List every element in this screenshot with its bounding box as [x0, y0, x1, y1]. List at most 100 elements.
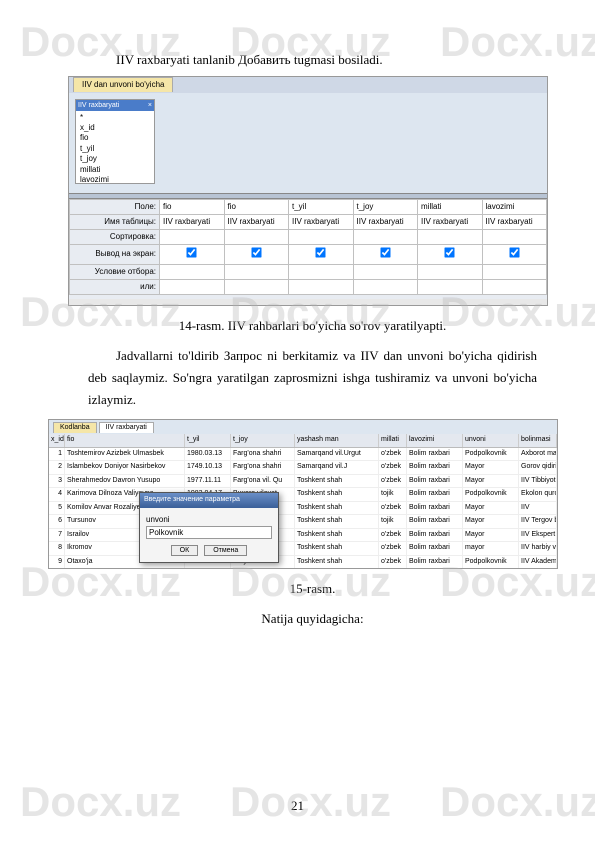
cell[interactable]: 6 — [49, 515, 65, 528]
cell[interactable]: mayor — [463, 542, 519, 555]
field-item[interactable]: lavozimi — [79, 175, 151, 184]
cell[interactable]: IIV harbiy va m — [519, 542, 557, 555]
cell[interactable]: Bolim raxbari — [407, 448, 463, 461]
cell[interactable]: 5 — [49, 502, 65, 515]
show-checkbox[interactable] — [380, 247, 390, 257]
cell[interactable]: tojik — [379, 488, 407, 501]
table-field-list[interactable]: IIV raxbaryati× * x_id fio t_yil t_joy m… — [75, 99, 155, 184]
col-header[interactable]: yashash man — [295, 434, 379, 447]
cell[interactable]: Gorov qidirish — [519, 461, 557, 474]
cell[interactable]: 9 — [49, 556, 65, 569]
grid-cell-sort[interactable] — [160, 229, 225, 244]
grid-cell-criteria[interactable] — [160, 264, 225, 279]
cell[interactable]: Mayor — [463, 515, 519, 528]
cell[interactable]: IIV Tergov bos — [519, 515, 557, 528]
tab-iiv[interactable]: IIV raxbaryati — [99, 422, 154, 434]
cell[interactable]: Farg'ona shahri — [231, 461, 295, 474]
grid-cell-field[interactable]: fio — [160, 199, 225, 214]
show-checkbox[interactable] — [187, 247, 197, 257]
cell[interactable]: 8 — [49, 542, 65, 555]
grid-cell-table[interactable]: IIV raxbaryati — [289, 214, 354, 229]
cell[interactable]: o'zbek — [379, 448, 407, 461]
cell[interactable]: Axborot marka — [519, 448, 557, 461]
cell[interactable]: Bolim raxbari — [407, 556, 463, 569]
grid-cell-field[interactable]: t_joy — [353, 199, 418, 214]
grid-cell-field[interactable]: millati — [418, 199, 483, 214]
col-header[interactable]: millati — [379, 434, 407, 447]
cell[interactable]: Mayor — [463, 529, 519, 542]
field-item[interactable]: x_id — [79, 123, 151, 133]
cell[interactable]: Ekolon qurols — [519, 488, 557, 501]
cell[interactable]: Bolim raxbari — [407, 488, 463, 501]
grid-cell-table[interactable]: IIV raxbaryati — [353, 214, 418, 229]
cell[interactable]: IIV Tibbiyot Bo — [519, 475, 557, 488]
query-tab[interactable]: IIV dan unvoni bo'yicha — [73, 77, 173, 92]
close-icon[interactable]: × — [148, 101, 152, 110]
table-row[interactable]: 4Karimova Dilnoza Valiyevna1982.04.17Bux… — [49, 488, 557, 502]
col-header[interactable]: t_yil — [185, 434, 231, 447]
grid-cell-table[interactable]: IIV raxbaryati — [224, 214, 289, 229]
table-row[interactable]: 6TursunovshahriToshkent shahtojikBolim r… — [49, 515, 557, 529]
cell[interactable]: 7 — [49, 529, 65, 542]
cell[interactable]: IIV Akademiya — [519, 556, 557, 569]
cell[interactable]: Bolim raxbari — [407, 542, 463, 555]
table-row[interactable]: 2Islambekov Doniyor Nasirbekov1749.10.13… — [49, 461, 557, 475]
col-header[interactable]: t_joy — [231, 434, 295, 447]
field-item[interactable]: * — [79, 113, 151, 123]
cell[interactable]: Bolim raxbari — [407, 515, 463, 528]
cell[interactable]: Podpolkovnik — [463, 448, 519, 461]
cell[interactable]: Samarqand vil.Urgut — [295, 448, 379, 461]
grid-cell-table[interactable]: IIV raxbaryati — [482, 214, 547, 229]
cell[interactable]: Bolim raxbari — [407, 529, 463, 542]
cell[interactable]: 1977.11.11 — [185, 475, 231, 488]
col-header[interactable]: x_id — [49, 434, 65, 447]
tab-kodlanba[interactable]: Kodlanba — [53, 422, 97, 434]
cell[interactable]: 4 — [49, 488, 65, 501]
cell[interactable]: Bolim raxbari — [407, 461, 463, 474]
show-checkbox[interactable] — [251, 247, 261, 257]
cell[interactable]: Farg'ona vil. Qu — [231, 475, 295, 488]
cell[interactable]: Bolim raxbari — [407, 475, 463, 488]
parameter-input[interactable] — [146, 526, 272, 539]
table-row[interactable]: 7IsrailovshahriToshkent shaho'zbekBolim … — [49, 529, 557, 543]
cell[interactable]: Farg'ona shahri — [231, 448, 295, 461]
cell[interactable]: Toshtemirov Azizbek Ulmasbek — [65, 448, 185, 461]
cell[interactable]: o'zbek — [379, 502, 407, 515]
table-row[interactable]: 1Toshtemirov Azizbek Ulmasbek1980.03.13F… — [49, 448, 557, 462]
col-header[interactable]: bolinmasi — [519, 434, 557, 447]
field-item[interactable]: t_yil — [79, 144, 151, 154]
cell[interactable]: Islambekov Doniyor Nasirbekov — [65, 461, 185, 474]
cell[interactable]: o'zbek — [379, 529, 407, 542]
field-item[interactable]: millati — [79, 165, 151, 175]
grid-cell-or[interactable] — [160, 279, 225, 294]
query-grid[interactable]: Поле: fio fio t_yil t_joy millati lavozi… — [69, 199, 547, 295]
table-row[interactable]: 8IkromovviloyaToshkent shaho'zbekBolim r… — [49, 542, 557, 556]
cell[interactable]: Mayor — [463, 475, 519, 488]
cancel-button[interactable]: Отмена — [204, 545, 247, 556]
cell[interactable]: o'zbek — [379, 475, 407, 488]
ok-button[interactable]: ОК — [171, 545, 199, 556]
cell[interactable]: o'zbek — [379, 461, 407, 474]
grid-cell-field[interactable]: lavozimi — [482, 199, 547, 214]
cell[interactable]: o'zbek — [379, 542, 407, 555]
col-header[interactable]: fio — [65, 434, 185, 447]
grid-cell-table[interactable]: IIV raxbaryati — [418, 214, 483, 229]
cell[interactable]: IIV Ekspert Ci — [519, 529, 557, 542]
cell[interactable]: 1 — [49, 448, 65, 461]
cell[interactable]: 3 — [49, 475, 65, 488]
cell[interactable]: Mayor — [463, 502, 519, 515]
table-row[interactable]: 5Komilov Anvar Rozaliyevich1974.04.22Tos… — [49, 502, 557, 516]
field-item[interactable]: t_joy — [79, 154, 151, 164]
show-checkbox[interactable] — [316, 247, 326, 257]
cell[interactable]: Toshkent shah — [295, 502, 379, 515]
table-row[interactable]: 3Sherahmedov Davron Yusupo1977.11.11Farg… — [49, 475, 557, 489]
cell[interactable]: Toshkent shah — [295, 475, 379, 488]
cell[interactable]: Toshkent shah — [295, 515, 379, 528]
cell[interactable]: 1980.03.13 — [185, 448, 231, 461]
cell[interactable]: Toshkent shah — [295, 488, 379, 501]
cell[interactable]: o'zbek — [379, 556, 407, 569]
cell[interactable]: Mayor — [463, 461, 519, 474]
cell[interactable]: 2 — [49, 461, 65, 474]
cell[interactable]: tojik — [379, 515, 407, 528]
cell[interactable]: Bolim raxbari — [407, 502, 463, 515]
